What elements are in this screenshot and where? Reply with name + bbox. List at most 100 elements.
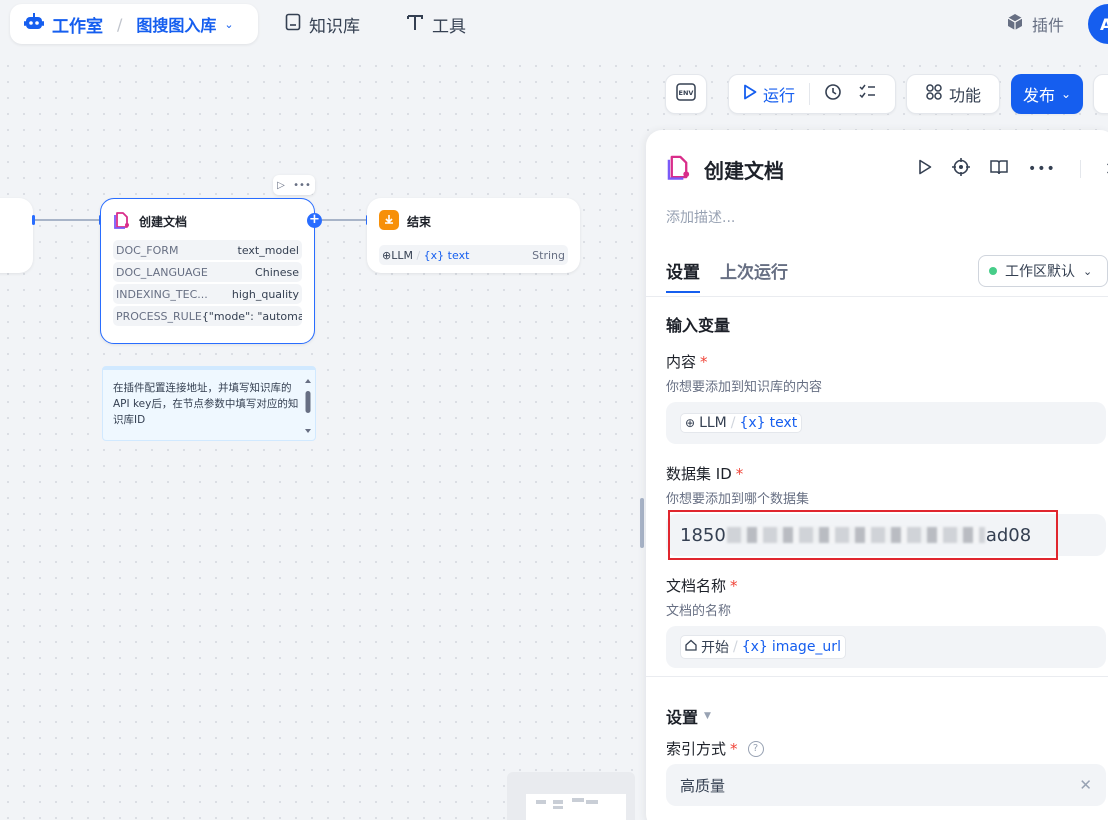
node-mini-toolbar[interactable]: ▷ ••• xyxy=(273,175,315,195)
more-icon[interactable]: ••• xyxy=(1028,161,1056,177)
create-document-node[interactable]: 创建文档 DOC_FORM text_model DOC_LANGUAGE Chin… xyxy=(100,198,315,344)
section-divider xyxy=(646,676,1108,677)
top-navigation: 工作室 / 图搜图入库 ⌄ 知识库 工具 插件 A xyxy=(0,0,1108,58)
llm-icon: ⊕ xyxy=(382,248,392,262)
workspace-select[interactable]: 工作区默认 ⌄ xyxy=(978,255,1108,287)
input-section-title: 输入变量 xyxy=(666,316,731,335)
minimap-node xyxy=(553,806,563,809)
open-book-icon[interactable] xyxy=(990,159,1008,179)
content-desc: 你想要添加到知识库的内容 xyxy=(666,380,823,395)
index-method-select[interactable]: 高质量 ✕ xyxy=(666,764,1106,806)
more-icon[interactable]: ••• xyxy=(293,180,311,191)
panel-title[interactable]: 创建文档 xyxy=(704,155,784,184)
doc-name-label-text: 文档名称 xyxy=(666,577,727,595)
more-toolbar-button[interactable] xyxy=(1093,74,1108,114)
checklist-icon[interactable] xyxy=(858,83,876,105)
note-scrollbar[interactable] xyxy=(304,378,312,434)
features-button[interactable]: 功能 xyxy=(906,74,1000,114)
workspace-select-label: 工作区默认 xyxy=(1005,264,1075,280)
history-icon[interactable] xyxy=(824,83,842,105)
panel-resize-handle[interactable] xyxy=(640,498,644,548)
llm-icon: ⊕ xyxy=(685,416,696,430)
chevron-down-icon: ⌄ xyxy=(1083,264,1093,278)
tab-settings[interactable]: 设置 xyxy=(666,258,700,293)
doc-name-desc: 文档的名称 xyxy=(666,604,732,619)
locate-icon[interactable] xyxy=(952,158,970,180)
nav-tools[interactable]: 工具 xyxy=(406,12,466,37)
nav-knowledge[interactable]: 知识库 xyxy=(285,12,360,37)
clear-icon[interactable]: ✕ xyxy=(1079,776,1092,794)
description-input[interactable]: 添加描述... xyxy=(666,207,735,227)
avatar[interactable]: A xyxy=(1088,4,1108,44)
tab-last-run[interactable]: 上次运行 xyxy=(720,258,788,293)
content-label: 内容 * xyxy=(666,351,708,372)
tabs-divider xyxy=(646,296,1108,297)
app-name[interactable]: 图搜图入库 xyxy=(136,12,216,36)
param-key: INDEXING_TEC... xyxy=(116,287,208,301)
content-field[interactable]: ⊕ LLM / {x} text xyxy=(666,402,1106,444)
edge-right xyxy=(322,219,367,221)
index-method-label: 索引方式 * ? xyxy=(666,738,764,759)
var-name: image_url xyxy=(771,639,841,655)
dataset-id-label-text: 数据集 ID xyxy=(666,465,732,483)
studio-link[interactable]: 工作室 xyxy=(52,12,103,37)
panel-actions: ••• ✕ xyxy=(918,158,1108,180)
env-button[interactable]: ENV xyxy=(665,74,707,114)
variable-icon: {x} xyxy=(739,415,766,431)
panel-tabs: 设置 上次运行 xyxy=(666,258,788,293)
run-label[interactable]: 运行 xyxy=(763,82,795,106)
minimap-node xyxy=(536,800,546,804)
var-separator: / xyxy=(730,415,736,431)
minimap-viewport xyxy=(526,794,626,820)
param-row: DOC_FORM text_model xyxy=(113,240,302,260)
doc-name-field[interactable]: 开始 / {x} image_url xyxy=(666,626,1106,668)
var-name: text xyxy=(769,415,798,431)
minimap-node xyxy=(586,800,598,804)
var-separator: / xyxy=(733,639,738,655)
nav-plugins-label: 插件 xyxy=(1031,16,1064,35)
nav-plugins[interactable]: 插件 xyxy=(1006,12,1064,36)
end-node[interactable]: 结束 ⊕LLM / {x} text String xyxy=(367,198,580,273)
node-handle[interactable] xyxy=(32,215,35,225)
grid-icon xyxy=(925,83,943,105)
chevron-down-icon[interactable]: ⌄ xyxy=(224,18,233,31)
add-node-plus-icon[interactable]: + xyxy=(307,213,322,228)
param-value: text_model xyxy=(237,243,299,257)
header-divider xyxy=(1079,160,1081,178)
param-row: INDEXING_TEC... high_quality xyxy=(113,284,302,304)
output-var: ⊕LLM / {x} text xyxy=(382,248,470,262)
tool-icon xyxy=(406,13,424,36)
nav-knowledge-label: 知识库 xyxy=(309,17,360,37)
variable-chip[interactable]: 开始 / {x} image_url xyxy=(680,635,846,659)
help-icon[interactable]: ? xyxy=(747,740,764,757)
book-icon xyxy=(285,13,301,36)
start-node-partial[interactable] xyxy=(0,198,33,273)
play-icon[interactable] xyxy=(743,84,757,104)
node-header: 创建文档 xyxy=(101,199,314,238)
index-method-label-text: 索引方式 xyxy=(666,740,727,758)
publish-button[interactable]: 发布 ⌄ xyxy=(1011,74,1083,114)
settings-section-title: 设置 xyxy=(666,708,699,727)
panel-header: 创建文档 xyxy=(666,154,784,185)
required-mark: * xyxy=(730,739,738,758)
play-icon[interactable]: ▷ xyxy=(277,180,285,191)
run-node-icon[interactable] xyxy=(918,159,932,179)
note-text: 在插件配置连接地址，并填写知识库的API key后，在节点参数中填写对应的知识库… xyxy=(113,382,299,426)
var-name: {x} text xyxy=(423,248,470,262)
param-key: PROCESS_RULE xyxy=(116,309,202,323)
studio-breadcrumb[interactable]: 工作室 / 图搜图入库 ⌄ xyxy=(10,4,258,44)
settings-section-toggle[interactable]: 设置 ▼ xyxy=(666,704,711,728)
nav-tools-label: 工具 xyxy=(432,17,466,37)
breadcrumb-separator: / xyxy=(117,14,123,34)
param-row: PROCESS_RULE{"mode": "automa... xyxy=(113,306,302,326)
minimap[interactable] xyxy=(507,772,635,820)
robot-icon xyxy=(24,13,44,35)
required-mark: * xyxy=(735,465,744,483)
dataset-id-desc: 你想要添加到哪个数据集 xyxy=(666,492,810,507)
document-plugin-icon xyxy=(113,211,131,232)
sticky-note[interactable]: 在插件配置连接地址，并填写知识库的API key后，在节点参数中填写对应的知识库… xyxy=(102,366,316,441)
features-label: 功能 xyxy=(948,86,981,105)
run-button-group[interactable]: 运行 xyxy=(728,74,896,114)
var-source: LLM xyxy=(391,248,413,262)
variable-chip[interactable]: ⊕ LLM / {x} text xyxy=(680,413,803,433)
